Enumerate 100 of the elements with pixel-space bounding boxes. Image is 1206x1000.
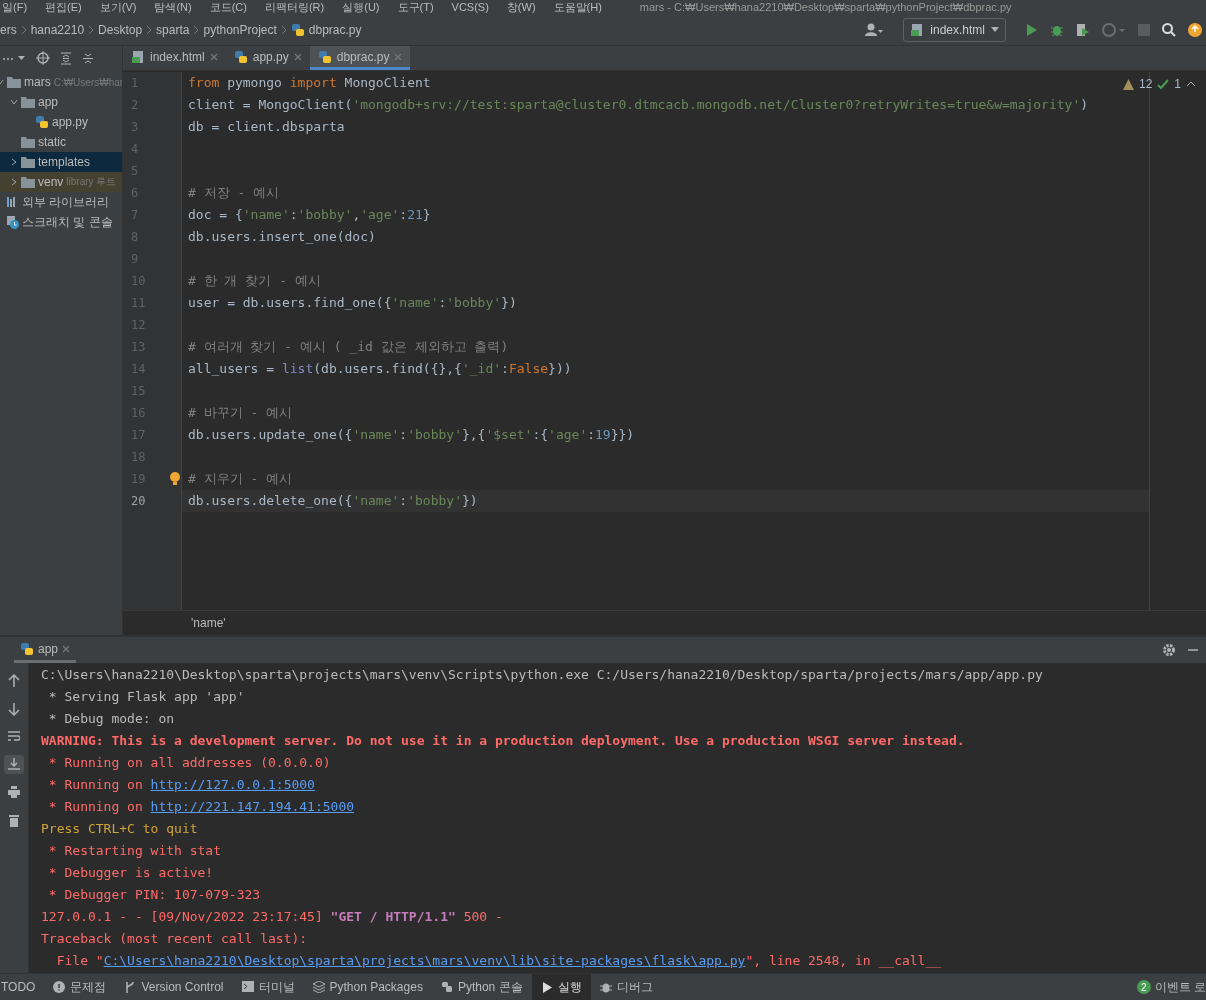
breadcrumb-item[interactable]: ers — [0, 22, 17, 37]
code-text: client = MongoClient('mongodb+srv://test:sparta@cluster0.dtmcacb.mongodb.net/Cluster0?retryWrites=true&w=majority') — [188, 97, 1089, 112]
caret-icon — [991, 27, 999, 32]
python-file-icon — [35, 115, 49, 129]
tool-window-button[interactable]: Python Packages — [303, 974, 432, 1000]
crosshair-icon[interactable] — [36, 51, 50, 65]
breadcrumb-item[interactable]: dbprac.py — [290, 22, 362, 37]
tool-window-button[interactable]: 디버그 — [590, 974, 662, 1000]
tree-item[interactable]: venv library 루트 — [0, 172, 122, 192]
code-text: doc = {'name':'bobby','age':21} — [188, 207, 431, 222]
python-file-icon — [233, 49, 248, 64]
tool-window-button[interactable]: Python 콘솔 — [431, 974, 532, 1000]
search-icon[interactable] — [1162, 22, 1176, 37]
folder-icon — [7, 76, 21, 88]
folder-icon — [21, 156, 35, 168]
chevron-up-icon[interactable] — [1186, 81, 1196, 87]
more-options-icon[interactable] — [2, 53, 26, 63]
chevron-icon — [280, 24, 287, 35]
breadcrumb-item[interactable]: Desktop — [98, 22, 143, 37]
update-icon[interactable] — [1188, 22, 1202, 37]
tree-item[interactable]: 스크래치 및 콘솔 — [0, 212, 122, 232]
menu-item[interactable]: 리팩터링(R) — [264, 1, 325, 13]
run-icon[interactable] — [1026, 22, 1038, 37]
html-file-icon — [910, 22, 925, 37]
bug-icon — [599, 981, 612, 993]
scroll-to-end-button[interactable] — [4, 755, 24, 774]
menu-item[interactable]: 일(F) — [2, 1, 28, 13]
branch-icon — [124, 981, 137, 993]
menu-item[interactable]: 도움말(H) — [553, 1, 602, 13]
tree-item[interactable]: templates — [0, 152, 122, 172]
html-file-icon — [131, 49, 145, 64]
layers-icon — [312, 981, 325, 993]
editor-tab[interactable]: dbprac.py — [309, 46, 411, 70]
check-icon — [1157, 78, 1170, 90]
coverage-icon[interactable] — [1076, 22, 1090, 37]
tree-item[interactable]: 외부 라이브러리 — [0, 192, 122, 212]
tree-item[interactable]: app — [0, 92, 122, 112]
line-number: 20 — [130, 493, 147, 510]
event-log-button[interactable]: 2 이벤트 로 — [1136, 974, 1206, 1000]
notification-count: 2 — [1136, 980, 1151, 994]
collapse-all-icon[interactable] — [82, 51, 94, 65]
terminal-icon — [241, 981, 254, 993]
menu-item[interactable]: 실행(U) — [342, 1, 380, 13]
editor-tab[interactable]: app.py — [225, 46, 310, 70]
chevron-icon — [20, 24, 27, 35]
breadcrumb-item[interactable]: pythonProject — [203, 22, 277, 37]
menu-item[interactable]: 편집(E) — [45, 1, 82, 13]
run-configuration-dropdown[interactable]: index.html — [903, 17, 1006, 42]
breadcrumb-item[interactable]: hana2210 — [30, 22, 85, 37]
console-line: * Serving Flask app 'app' — [47, 688, 246, 706]
console-link[interactable]: http://221.147.194.41:5000 — [150, 799, 355, 814]
console-link[interactable]: http://127.0.0.1:5000 — [150, 777, 315, 792]
breadcrumb-item[interactable]: sparta — [156, 22, 190, 37]
alert-icon — [53, 981, 66, 993]
console-line: File "C:\Users\hana2210\Desktop\sparta\projects\mars\venv\lib\site-packages\flask\app.py", line 2548, in __call__ — [55, 952, 943, 970]
python-file-icon — [20, 641, 34, 656]
menu-item[interactable]: 탐색(N) — [154, 1, 192, 13]
menu-item[interactable]: 코드(C) — [209, 1, 247, 13]
folder-icon — [21, 96, 35, 108]
tree-item[interactable]: static — [0, 132, 122, 152]
code-text: db.users.delete_one({'name':'bobby'}) — [188, 493, 478, 508]
code-text: user = db.users.find_one({'name':'bobby'}) — [188, 295, 517, 310]
editor-tab[interactable]: index.html — [123, 46, 226, 70]
menu-item[interactable]: VCS(S) — [451, 1, 489, 13]
scroll-to-end-icon — [8, 757, 20, 772]
code-text: db = client.dbsparta — [188, 119, 345, 134]
tool-window-button[interactable]: 터미널 — [232, 974, 304, 1000]
menu-item[interactable]: 보기(V) — [99, 1, 137, 13]
folder-icon — [21, 176, 35, 188]
expand-all-icon[interactable] — [60, 51, 72, 65]
code-text: from pymongo import MongoClient — [188, 75, 431, 90]
window-title: mars - C:₩Users₩hana2210₩Desktop₩sparta₩pythonProject₩dbprac.py — [639, 1, 1012, 13]
python-file-icon — [317, 49, 332, 64]
console-link[interactable]: C:\Users\hana2210\Desktop\sparta\projects\mars\venv\lib\site-packages\flask\app.py — [103, 953, 746, 968]
tool-window-button[interactable]: 실행 — [531, 974, 591, 1000]
console-line: * Running on http://127.0.0.1:5000 — [47, 776, 316, 794]
menu-item[interactable]: 창(W) — [506, 1, 536, 13]
chevron-icon — [146, 24, 153, 35]
typo-count[interactable]: 1 — [1174, 77, 1181, 91]
warning-count[interactable]: 12 — [1138, 77, 1153, 91]
console-line: * Debug mode: on — [47, 710, 176, 728]
user-icon[interactable] — [865, 22, 884, 37]
console-line: * Debugger PIN: 107-079-323 — [47, 886, 262, 904]
menu-item[interactable]: 도구(T) — [397, 1, 434, 13]
console-line: 127.0.0.1 - - [09/Nov/2022 23:17:45] "GET / HTTP/1.1" 500 - — [41, 908, 504, 926]
settings-icon[interactable] — [1162, 643, 1176, 657]
tool-window-button[interactable]: Version Control — [115, 974, 233, 1000]
tool-window-button[interactable]: 문제점 — [44, 974, 116, 1000]
lightbulb-icon[interactable] — [170, 472, 180, 486]
console-line: * Debugger is active! — [47, 864, 215, 882]
console-line: C:\Users\hana2210\Desktop\sparta\projects\mars\venv\Scripts\python.exe C:/Users/hana2210/Desktop/sparta/projects/mars/app/app.py — [41, 666, 1043, 684]
print-icon — [8, 785, 20, 800]
folder-icon — [21, 136, 35, 148]
play-icon — [540, 981, 553, 993]
code-text: # 여러개 찾기 - 예시 ( _id 값은 제외하고 출력) — [188, 339, 509, 354]
warning-icon — [1122, 78, 1134, 90]
tool-window-button[interactable]: TODO — [0, 974, 45, 1000]
tree-item[interactable]: app.py — [0, 112, 122, 132]
path-hint: library 루트 — [66, 175, 117, 189]
up-arrow-icon — [8, 673, 20, 688]
